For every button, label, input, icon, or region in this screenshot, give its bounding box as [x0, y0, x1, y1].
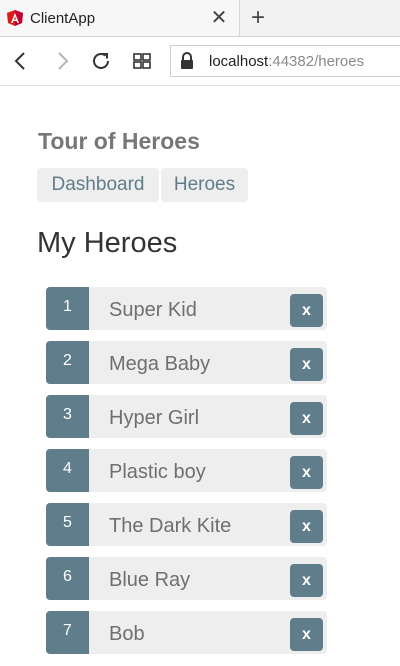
plus-icon[interactable]: +: [246, 6, 270, 30]
hero-id-badge: 2: [46, 341, 89, 384]
hero-id-badge: 6: [46, 557, 89, 600]
delete-hero-button[interactable]: x: [290, 510, 323, 543]
hero-name[interactable]: Blue Ray: [109, 569, 190, 592]
nav-link-dashboard[interactable]: Dashboard: [37, 168, 159, 202]
delete-hero-button[interactable]: x: [290, 456, 323, 489]
delete-hero-button[interactable]: x: [290, 618, 323, 651]
browser-tab[interactable]: ClientApp ✕: [0, 0, 240, 36]
tab-strip: ClientApp ✕ +: [0, 0, 400, 37]
close-icon[interactable]: ✕: [209, 8, 229, 28]
hero-item[interactable]: 2 Mega Baby x: [46, 341, 327, 384]
hero-item[interactable]: 1 Super Kid x: [46, 287, 327, 330]
delete-hero-button[interactable]: x: [290, 564, 323, 597]
hero-id-badge: 4: [46, 449, 89, 492]
back-arrow-icon[interactable]: [9, 49, 33, 73]
delete-hero-button[interactable]: x: [290, 402, 323, 435]
browser-toolbar: localhost:44382/heroes: [0, 37, 400, 86]
hero-id-badge: 3: [46, 395, 89, 438]
reload-icon[interactable]: [89, 49, 113, 73]
hero-name[interactable]: Plastic boy: [109, 461, 206, 484]
lock-icon: [181, 52, 193, 69]
forward-arrow-icon[interactable]: [50, 49, 74, 73]
hero-id-badge: 5: [46, 503, 89, 546]
app-title: Tour of Heroes: [38, 128, 200, 154]
url-path: :44382/heroes: [268, 53, 365, 70]
hero-id-badge: 7: [46, 611, 89, 654]
hero-name[interactable]: Bob: [109, 623, 145, 646]
angular-favicon-icon: [7, 10, 23, 26]
address-bar[interactable]: localhost:44382/heroes: [170, 45, 400, 77]
hero-item[interactable]: 6 Blue Ray x: [46, 557, 327, 600]
hero-item[interactable]: 4 Plastic boy x: [46, 449, 327, 492]
delete-hero-button[interactable]: x: [290, 348, 323, 381]
hero-name[interactable]: Super Kid: [109, 299, 197, 322]
url-host: localhost: [209, 53, 269, 70]
hero-item[interactable]: 3 Hyper Girl x: [46, 395, 327, 438]
tab-title: ClientApp: [30, 10, 96, 27]
tab-grid-icon[interactable]: [130, 49, 154, 73]
page-heading: My Heroes: [37, 227, 178, 259]
hero-id-badge: 1: [46, 287, 89, 330]
hero-name[interactable]: The Dark Kite: [109, 515, 231, 538]
hero-name[interactable]: Hyper Girl: [109, 407, 199, 430]
nav-link-heroes[interactable]: Heroes: [161, 168, 248, 202]
url-text: localhost:44382/heroes: [209, 53, 364, 70]
hero-name[interactable]: Mega Baby: [109, 353, 210, 376]
hero-list: 1 Super Kid x 2 Mega Baby x 3 Hyper Girl…: [46, 287, 327, 665]
delete-hero-button[interactable]: x: [290, 294, 323, 327]
hero-item[interactable]: 7 Bob x: [46, 611, 327, 654]
hero-item[interactable]: 5 The Dark Kite x: [46, 503, 327, 546]
